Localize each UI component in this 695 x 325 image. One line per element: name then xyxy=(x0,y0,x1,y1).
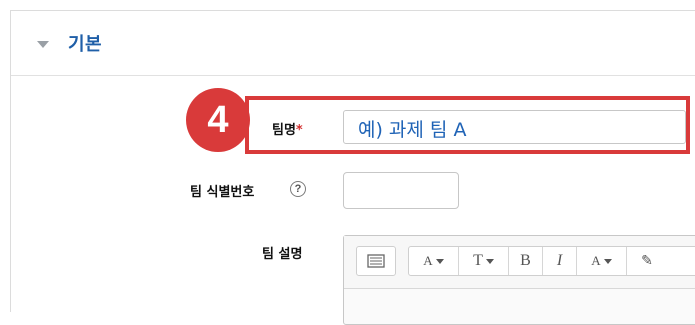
bold-button[interactable]: B xyxy=(509,247,543,275)
editor-toolbar: A T B I A ✎ xyxy=(344,236,695,289)
font-color-glyph: A xyxy=(591,253,601,268)
team-id-label: 팀 식별번호 xyxy=(190,185,255,200)
highlight-box xyxy=(245,96,690,154)
chevron-down-icon[interactable] xyxy=(37,41,49,48)
team-id-input[interactable] xyxy=(343,172,459,209)
help-icon[interactable]: ? xyxy=(290,181,306,197)
chevron-down-icon xyxy=(435,258,444,264)
chevron-down-icon xyxy=(485,258,494,264)
italic-glyph: I xyxy=(556,252,563,269)
bold-glyph: B xyxy=(520,252,531,269)
section-header[interactable]: 기본 xyxy=(11,11,695,76)
team-description-label: 팀 설명 xyxy=(262,247,303,262)
format-group: A T B I A ✎ xyxy=(408,246,695,276)
section-title: 기본 xyxy=(68,34,103,55)
font-size-glyph: T xyxy=(473,252,483,269)
highlight-icon: ✎ xyxy=(641,253,653,269)
chevron-down-icon xyxy=(603,258,612,264)
font-family-button[interactable]: A xyxy=(409,247,459,275)
highlight-button[interactable]: ✎ xyxy=(627,247,667,275)
toolbar-toggle-group xyxy=(356,246,396,276)
toolbar-toggle-icon[interactable] xyxy=(357,247,395,275)
font-family-glyph: A xyxy=(423,253,433,268)
font-color-button[interactable]: A xyxy=(577,247,627,275)
description-editor[interactable]: A T B I A ✎ xyxy=(343,235,695,325)
font-size-button[interactable]: T xyxy=(459,247,509,275)
italic-button[interactable]: I xyxy=(543,247,577,275)
step-badge: 4 xyxy=(186,88,250,152)
